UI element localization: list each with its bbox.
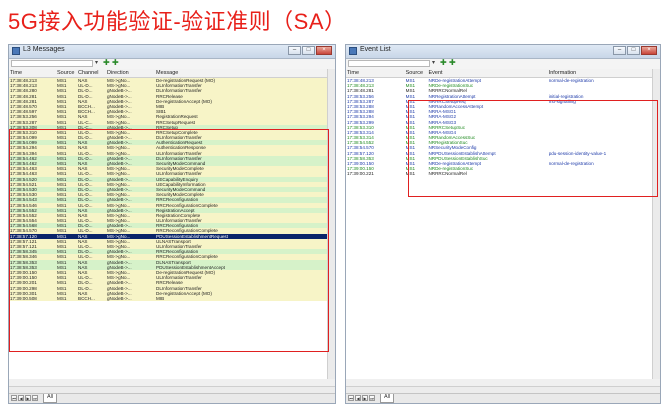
table-header: Time Source Channel Direction Message [9,69,327,78]
table-cell: 17:39:00.508 [10,295,37,301]
table-row[interactable]: 17:39:00.508 MS1 BCCH... gNodeB->... MIB [9,295,327,302]
minimize-button[interactable]: – [613,46,626,55]
l3-messages-titlebar[interactable]: L3 Messages – □ × [9,45,335,59]
filter-dropdown-icon[interactable]: ▾ [95,59,98,66]
column-header[interactable]: Source [405,69,428,77]
tab-all[interactable]: All [43,394,58,403]
status-bar: ⏮ ◀ ▶ ⏭ All [9,393,335,403]
next-arrow-icon[interactable]: ✚ [112,58,119,67]
table-cell: MS1 [57,295,67,301]
column-header[interactable]: Channel [77,69,106,77]
table-header: Time Source Event Information [346,69,652,78]
minimize-button[interactable]: – [288,46,301,55]
event-list-titlebar[interactable]: Event List – □ × [346,45,660,59]
last-page-icon[interactable]: ⏭ [369,395,375,401]
table-cell: MIB [156,295,165,301]
filter-dropdown-icon[interactable]: ▾ [432,59,435,66]
l3-messages-window: L3 Messages – □ × ▾ ✚ ✚ Time Source Channe… [8,44,336,404]
column-header[interactable]: Source [56,69,77,77]
next-page-icon[interactable]: ▶ [362,395,368,401]
slide-title: 5G接入功能验证-验证准则（SA） [8,9,347,34]
table-cell: MS1 [405,171,416,177]
table-cell: 17:39:00.221 [347,171,374,177]
event-list-window: Event List – □ × ▾ ✚ ✚ Time Source Event In… [345,44,661,404]
vertical-scrollbar[interactable] [652,69,660,379]
l3-messages-table: Time Source Channel Direction Message 17:38:… [9,69,327,379]
table-cell: gNodeB->... [107,295,132,301]
next-arrow-icon[interactable]: ✚ [449,58,456,67]
column-header[interactable]: Time [346,69,405,77]
previous-arrow-icon[interactable]: ✚ [103,58,110,67]
first-page-icon[interactable]: ⏮ [11,395,17,401]
previous-arrow-icon[interactable]: ✚ [440,58,447,67]
filter-input[interactable] [348,60,430,67]
table-cell: BCCH... [78,295,95,301]
table-body: 17:38:48.213 MS1 NAS MS->gNo... De-registrat… [9,78,327,302]
event-list-table: Time Source Event Information 17:38:48.213 M… [346,69,652,379]
prev-page-icon[interactable]: ◀ [355,395,361,401]
close-button[interactable]: × [316,46,332,55]
table-cell [548,171,652,176]
first-page-icon[interactable]: ⏮ [348,395,354,401]
prev-page-icon[interactable]: ◀ [18,395,24,401]
table-row[interactable]: 17:39:00.221 MS1 NRRRCNormalRel [346,171,652,176]
close-button[interactable]: × [641,46,657,55]
window-icon [349,47,357,55]
status-bar: ⏮ ◀ ▶ ⏭ All [346,393,660,403]
table-body: 17:38:48.213 MS1 NRDe-registrationAttempt n… [346,78,652,177]
next-page-icon[interactable]: ▶ [25,395,31,401]
vertical-scrollbar[interactable] [327,69,335,379]
window-title: L3 Messages [23,46,65,53]
column-header[interactable]: Event [427,69,547,77]
column-header[interactable]: Information [548,69,652,77]
column-header[interactable]: Message [155,69,326,77]
maximize-button[interactable]: □ [302,46,315,55]
table-cell: NRRRCNormalRel [428,171,467,177]
last-page-icon[interactable]: ⏭ [32,395,38,401]
column-header[interactable]: Direction [106,69,155,77]
column-header[interactable]: Time [9,69,56,77]
window-icon [12,47,20,55]
filter-input[interactable] [11,60,93,67]
maximize-button[interactable]: □ [627,46,640,55]
window-title: Event List [360,46,391,53]
tab-all[interactable]: All [380,394,395,403]
